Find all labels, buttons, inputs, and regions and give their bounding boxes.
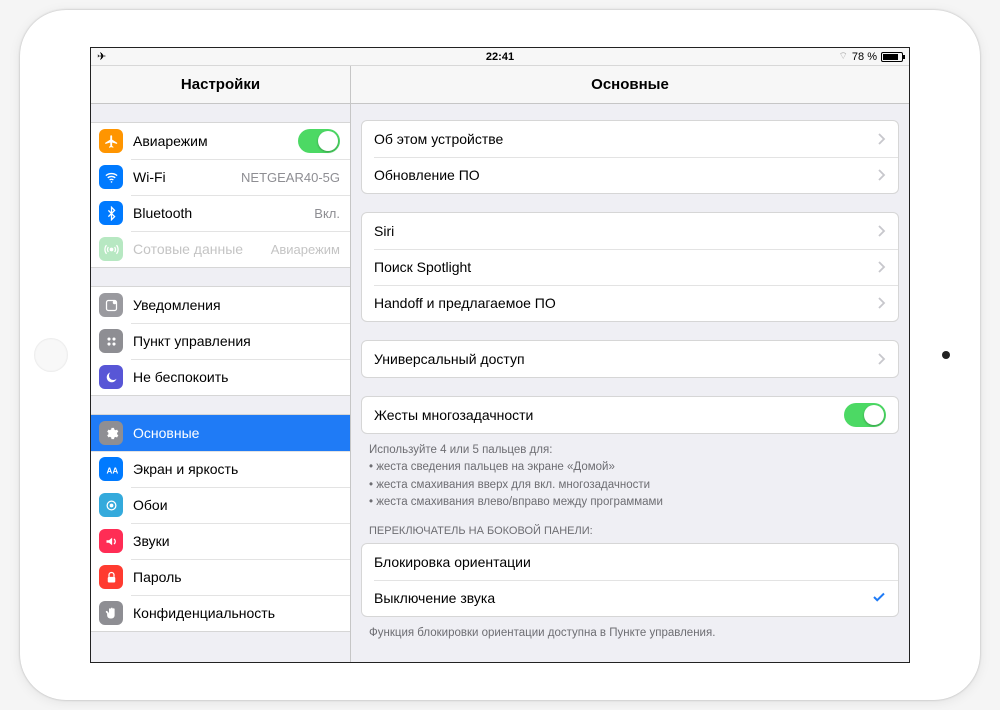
detail-row-accessibility[interactable]: Универсальный доступ xyxy=(362,341,898,377)
wifi-icon xyxy=(99,165,123,189)
sidebar-item-sounds[interactable]: Звуки xyxy=(91,523,350,559)
sidebar-group-connectivity: Авиарежим Wi-Fi NETGEAR40-5G xyxy=(91,122,350,268)
sidebar-item-label: Не беспокоить xyxy=(133,369,228,385)
status-time: 22:41 xyxy=(486,51,514,63)
sidebar-item-label: Bluetooth xyxy=(133,205,192,221)
sidebar-group-notifications: Уведомления Пункт управления Не беспокои… xyxy=(91,286,350,396)
detail-row-gestures[interactable]: Жесты многозадачности xyxy=(362,397,898,433)
airplane-toggle[interactable] xyxy=(298,129,340,153)
detail-row-siri[interactable]: Siri xyxy=(362,213,898,249)
detail-row-label: Handoff и предлагаемое ПО xyxy=(374,295,878,311)
sidebar-item-notifications[interactable]: Уведомления xyxy=(91,287,350,323)
controlcenter-icon xyxy=(99,329,123,353)
sidebar-item-label: Экран и яркость xyxy=(133,461,238,477)
detail-row-handoff[interactable]: Handoff и предлагаемое ПО xyxy=(362,285,898,321)
sidebar-item-privacy[interactable]: Конфиденциальность xyxy=(91,595,350,631)
front-camera xyxy=(942,351,950,359)
cellular-value: Авиарежим xyxy=(271,242,340,257)
ipad-frame: ✈ 22:41 ⌔ 78 % Настройки Основные xyxy=(20,10,980,700)
detail-group-about: Об этом устройстве Обновление ПО xyxy=(361,120,899,194)
detail-row-label: Поиск Spotlight xyxy=(374,259,878,275)
sidebar-item-controlcenter[interactable]: Пункт управления xyxy=(91,323,350,359)
detail-group-accessibility: Универсальный доступ xyxy=(361,340,899,378)
sidebar-item-wallpaper[interactable]: Обои xyxy=(91,487,350,523)
airplane-mode-icon: ✈ xyxy=(97,50,106,63)
wallpaper-icon xyxy=(99,493,123,517)
sidebar-item-label: Обои xyxy=(133,497,168,513)
detail-group-gestures: Жесты многозадачности xyxy=(361,396,899,434)
detail-row-lock-rotation[interactable]: Блокировка ориентации xyxy=(362,544,898,580)
bluetooth-icon xyxy=(99,201,123,225)
header-bar: Настройки Основные xyxy=(91,66,909,104)
gestures-hint-text: Используйте 4 или 5 пальцев для: • жеста… xyxy=(361,442,899,525)
screen: ✈ 22:41 ⌔ 78 % Настройки Основные xyxy=(90,47,910,663)
detail-row-mute[interactable]: Выключение звука xyxy=(362,580,898,616)
display-icon: AA xyxy=(99,457,123,481)
sidebar-item-label: Звуки xyxy=(133,533,170,549)
airplane-icon xyxy=(99,129,123,153)
gear-icon xyxy=(99,421,123,445)
bottom-hint-text: Функция блокировки ориентации доступна в… xyxy=(361,625,899,656)
moon-icon xyxy=(99,365,123,389)
battery-percent: 78 % xyxy=(852,51,877,63)
detail-row-update[interactable]: Обновление ПО xyxy=(362,157,898,193)
detail-title: Основные xyxy=(351,66,909,103)
detail-row-about[interactable]: Об этом устройстве xyxy=(362,121,898,157)
sidebar-item-label: Уведомления xyxy=(133,297,221,313)
chevron-right-icon xyxy=(878,225,886,237)
detail-pane[interactable]: Об этом устройстве Обновление ПО Siri По xyxy=(351,104,909,662)
bluetooth-value: Вкл. xyxy=(314,206,340,221)
sidebar-item-label: Конфиденциальность xyxy=(133,605,275,621)
hand-icon xyxy=(99,601,123,625)
wifi-network-value: NETGEAR40-5G xyxy=(241,170,340,185)
sidebar-item-label: Сотовые данные xyxy=(133,241,243,257)
chevron-right-icon xyxy=(878,353,886,365)
detail-row-label: Обновление ПО xyxy=(374,167,878,183)
sidebar-item-display[interactable]: AA Экран и яркость xyxy=(91,451,350,487)
status-bar: ✈ 22:41 ⌔ 78 % xyxy=(91,48,909,66)
sidebar-item-bluetooth[interactable]: Bluetooth Вкл. xyxy=(91,195,350,231)
bluetooth-status-icon: ⌔ xyxy=(839,50,848,63)
detail-row-label: Об этом устройстве xyxy=(374,131,878,147)
check-icon xyxy=(872,590,886,607)
sidebar-item-dnd[interactable]: Не беспокоить xyxy=(91,359,350,395)
gestures-toggle[interactable] xyxy=(844,403,886,427)
sidebar-item-label: Авиарежим xyxy=(133,133,208,149)
settings-sidebar[interactable]: Авиарежим Wi-Fi NETGEAR40-5G xyxy=(91,104,351,662)
side-switch-caption: ПЕРЕКЛЮЧАТЕЛЬ НА БОКОВОЙ ПАНЕЛИ: xyxy=(361,525,899,543)
sidebar-item-wifi[interactable]: Wi-Fi NETGEAR40-5G xyxy=(91,159,350,195)
sidebar-item-airplane[interactable]: Авиарежим xyxy=(91,123,350,159)
chevron-right-icon xyxy=(878,297,886,309)
sounds-icon xyxy=(99,529,123,553)
chevron-right-icon xyxy=(878,133,886,145)
sidebar-title: Настройки xyxy=(91,66,351,103)
sidebar-group-general: Основные AA Экран и яркость Обои xyxy=(91,414,350,632)
chevron-right-icon xyxy=(878,169,886,181)
home-button[interactable] xyxy=(34,338,68,372)
svg-text:AA: AA xyxy=(106,466,118,475)
sidebar-item-label: Пароль xyxy=(133,569,182,585)
detail-row-label: Siri xyxy=(374,223,878,239)
notifications-icon xyxy=(99,293,123,317)
lock-icon xyxy=(99,565,123,589)
sidebar-item-label: Основные xyxy=(133,425,199,441)
cellular-icon xyxy=(99,237,123,261)
chevron-right-icon xyxy=(878,261,886,273)
detail-group-sideswitch: Блокировка ориентации Выключение звука xyxy=(361,543,899,617)
detail-row-label: Блокировка ориентации xyxy=(374,554,886,570)
sidebar-item-general[interactable]: Основные xyxy=(91,415,350,451)
sidebar-item-label: Пункт управления xyxy=(133,333,251,349)
sidebar-item-label: Wi-Fi xyxy=(133,169,166,185)
detail-row-label: Выключение звука xyxy=(374,590,872,606)
sidebar-item-cellular: Сотовые данные Авиарежим xyxy=(91,231,350,267)
detail-row-spotlight[interactable]: Поиск Spotlight xyxy=(362,249,898,285)
detail-group-siri: Siri Поиск Spotlight Handoff и предлагае… xyxy=(361,212,899,322)
detail-row-label: Жесты многозадачности xyxy=(374,407,844,423)
battery-icon xyxy=(881,52,903,62)
detail-row-label: Универсальный доступ xyxy=(374,351,878,367)
sidebar-item-passcode[interactable]: Пароль xyxy=(91,559,350,595)
